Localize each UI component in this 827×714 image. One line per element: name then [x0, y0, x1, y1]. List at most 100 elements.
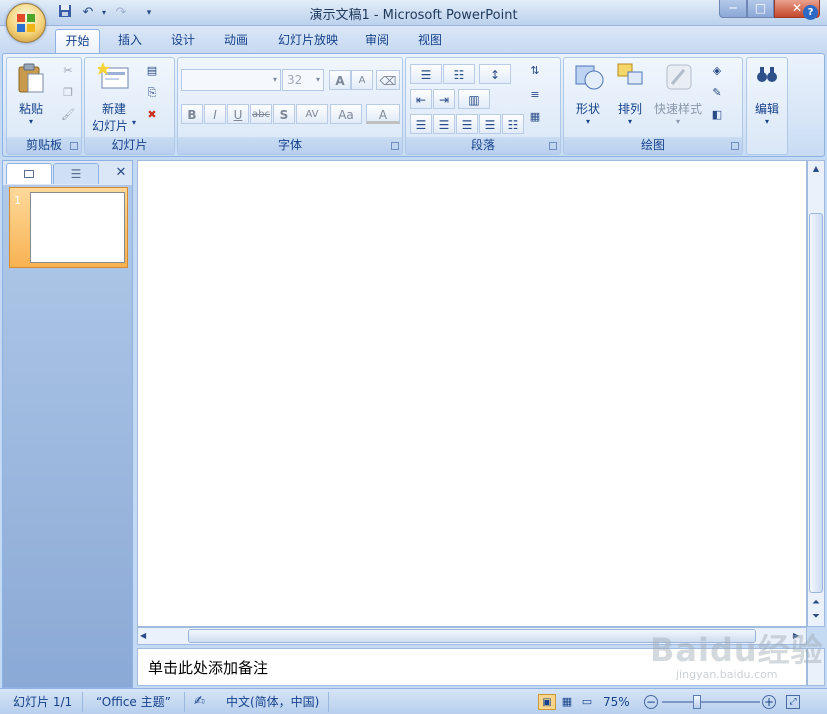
arrange-button[interactable]: 排列 ▾	[610, 60, 650, 134]
numbering-button[interactable]: ☷	[443, 64, 475, 84]
align-center-button[interactable]: ☰	[433, 114, 455, 134]
quick-styles-dropdown-icon: ▾	[675, 117, 680, 126]
slides-outline-panel: ☰ ✕ 1	[2, 160, 133, 688]
copy-icon[interactable]: ❐	[59, 84, 77, 102]
tab-slide-show[interactable]: 幻灯片放映	[270, 29, 346, 53]
bold-button[interactable]: B	[181, 104, 203, 124]
font-size-combo[interactable]: 32 ▾	[282, 69, 324, 91]
quick-styles-label: 快速样式	[653, 102, 702, 116]
zoom-in-icon[interactable]: +	[762, 695, 776, 709]
reset-slide-icon[interactable]: ⎘	[143, 84, 161, 102]
bullets-button[interactable]: ☰	[410, 64, 442, 84]
arrange-label: 排列	[617, 102, 642, 116]
paste-icon	[18, 63, 44, 93]
format-painter-icon[interactable]: 🖌	[59, 106, 77, 124]
slide-counter: 幻灯片 1/1	[13, 695, 73, 709]
slide-thumbnail-item[interactable]: 1	[9, 187, 128, 268]
underline-button[interactable]: U	[227, 104, 249, 124]
fit-to-window-icon[interactable]: ⤢	[786, 695, 800, 709]
new-slide-button[interactable]: 新建 幻灯片 ▾	[88, 60, 140, 134]
outline-tab-icon: ☰	[70, 167, 82, 181]
shrink-font-button[interactable]: A	[351, 70, 373, 90]
paragraph-launcher-icon[interactable]	[549, 142, 557, 150]
shape-effects-icon[interactable]: ◧	[708, 106, 726, 124]
clear-formatting-icon[interactable]: ⌫	[376, 70, 400, 90]
tab-animations[interactable]: 动画	[214, 29, 258, 53]
font-launcher-icon[interactable]	[391, 142, 399, 150]
cut-icon[interactable]: ✂	[59, 62, 77, 80]
tab-view[interactable]: 视图	[408, 29, 452, 53]
maximize-button[interactable]: □	[747, 0, 774, 18]
office-button[interactable]	[6, 3, 46, 43]
new-slide-label-line1: 新建	[101, 102, 126, 116]
columns-button[interactable]: ▥	[458, 89, 490, 109]
clipboard-group: 粘贴 ▾ ✂ ❐ 🖌 剪贴板	[6, 57, 82, 155]
notes-placeholder: 单击此处添加备注	[148, 659, 269, 677]
status-separator	[82, 692, 83, 712]
tab-home[interactable]: 开始	[55, 29, 100, 53]
increase-indent-button[interactable]: ⇥	[433, 89, 455, 109]
font-color-button[interactable]: A	[366, 104, 400, 124]
paragraph-group: ☰ ☷ ↕ ⇅ ⇤ ⇥ ▥ ≡ ☰ ☰ ☰ ☰ ☷ ▦ 段落	[405, 57, 561, 155]
tab-insert[interactable]: 插入	[108, 29, 152, 53]
font-name-combo[interactable]: ▾	[181, 69, 281, 91]
drawing-group-label: 绘图	[564, 137, 742, 154]
minimize-button[interactable]: ─	[719, 0, 747, 18]
status-bar: 幻灯片 1/1 “Office 主题” ✍ 中文(简体，中国) ▣ ▦ ▭ 75…	[0, 688, 827, 714]
tab-slides[interactable]	[6, 163, 52, 184]
vertical-scrollbar[interactable]: ▲ ⏶ ⏷	[807, 160, 825, 627]
zoom-slider-thumb[interactable]	[693, 695, 702, 709]
drawing-launcher-icon[interactable]	[731, 142, 739, 150]
char-spacing-button[interactable]: AV	[296, 104, 328, 124]
zoom-out-icon[interactable]: −	[644, 695, 658, 709]
align-right-button[interactable]: ☰	[456, 114, 478, 134]
delete-slide-icon[interactable]: ✖	[143, 106, 161, 124]
arrange-dropdown-icon: ▾	[627, 117, 632, 126]
align-left-button[interactable]: ☰	[410, 114, 432, 134]
slide-canvas[interactable]	[137, 160, 807, 627]
slide-sorter-view-icon[interactable]: ▦	[558, 694, 576, 710]
grow-font-button[interactable]: A	[329, 70, 351, 90]
editing-button[interactable]: 编辑 ▾	[748, 60, 786, 152]
help-icon[interactable]: ?	[803, 5, 818, 20]
baidu-watermark-url: jingyan.baidu.com	[676, 668, 778, 681]
shapes-label: 形状	[575, 102, 600, 116]
close-panel-icon[interactable]: ✕	[113, 163, 129, 183]
quick-styles-button[interactable]: 快速样式 ▾	[652, 60, 704, 134]
clipboard-launcher-icon[interactable]	[70, 142, 78, 150]
window-title: 演示文稿1 - Microsoft PowerPoint	[309, 8, 518, 23]
spell-check-icon[interactable]: ✍	[194, 694, 205, 710]
tab-design[interactable]: 设计	[161, 29, 205, 53]
slide-show-view-icon[interactable]: ▭	[578, 694, 596, 710]
tab-review[interactable]: 审阅	[355, 29, 399, 53]
zoom-percent[interactable]: 75%	[603, 694, 630, 710]
shape-fill-icon[interactable]: ◈	[708, 62, 726, 80]
italic-button[interactable]: I	[204, 104, 226, 124]
align-text-icon[interactable]: ≡	[526, 86, 544, 104]
language-indicator[interactable]: 中文(简体，中国)	[226, 694, 319, 710]
layout-icon[interactable]: ▤	[143, 62, 161, 80]
text-shadow-button[interactable]: S	[273, 104, 295, 124]
next-slide-icon[interactable]: ⏷	[808, 611, 824, 623]
change-case-button[interactable]: Aa	[330, 104, 362, 124]
shape-outline-icon[interactable]: ✎	[708, 84, 726, 102]
smartart-icon[interactable]: ▦	[526, 108, 544, 126]
previous-slide-icon[interactable]: ⏶	[808, 597, 824, 609]
text-direction-icon[interactable]: ⇅	[526, 62, 544, 80]
shapes-button[interactable]: 形状 ▾	[568, 60, 608, 134]
line-spacing-button[interactable]: ↕	[479, 64, 511, 84]
scroll-left-icon[interactable]: ◀	[140, 628, 154, 644]
tab-outline[interactable]: ☰	[53, 163, 99, 184]
normal-view-icon[interactable]: ▣	[538, 694, 556, 710]
paste-button[interactable]: 粘贴 ▾	[11, 60, 51, 132]
justify-button[interactable]: ☰	[479, 114, 501, 134]
decrease-indent-button[interactable]: ⇤	[410, 89, 432, 109]
new-slide-icon	[98, 62, 129, 89]
zoom-slider-track[interactable]	[662, 695, 760, 709]
strikethrough-button[interactable]: abc	[250, 104, 272, 124]
distribute-button[interactable]: ☷	[502, 114, 524, 134]
new-slide-label-line2: 幻灯片	[91, 119, 128, 133]
vertical-scroll-thumb[interactable]	[809, 213, 823, 593]
font-group-label: 字体	[178, 137, 402, 154]
scroll-up-icon[interactable]: ▲	[808, 161, 824, 177]
